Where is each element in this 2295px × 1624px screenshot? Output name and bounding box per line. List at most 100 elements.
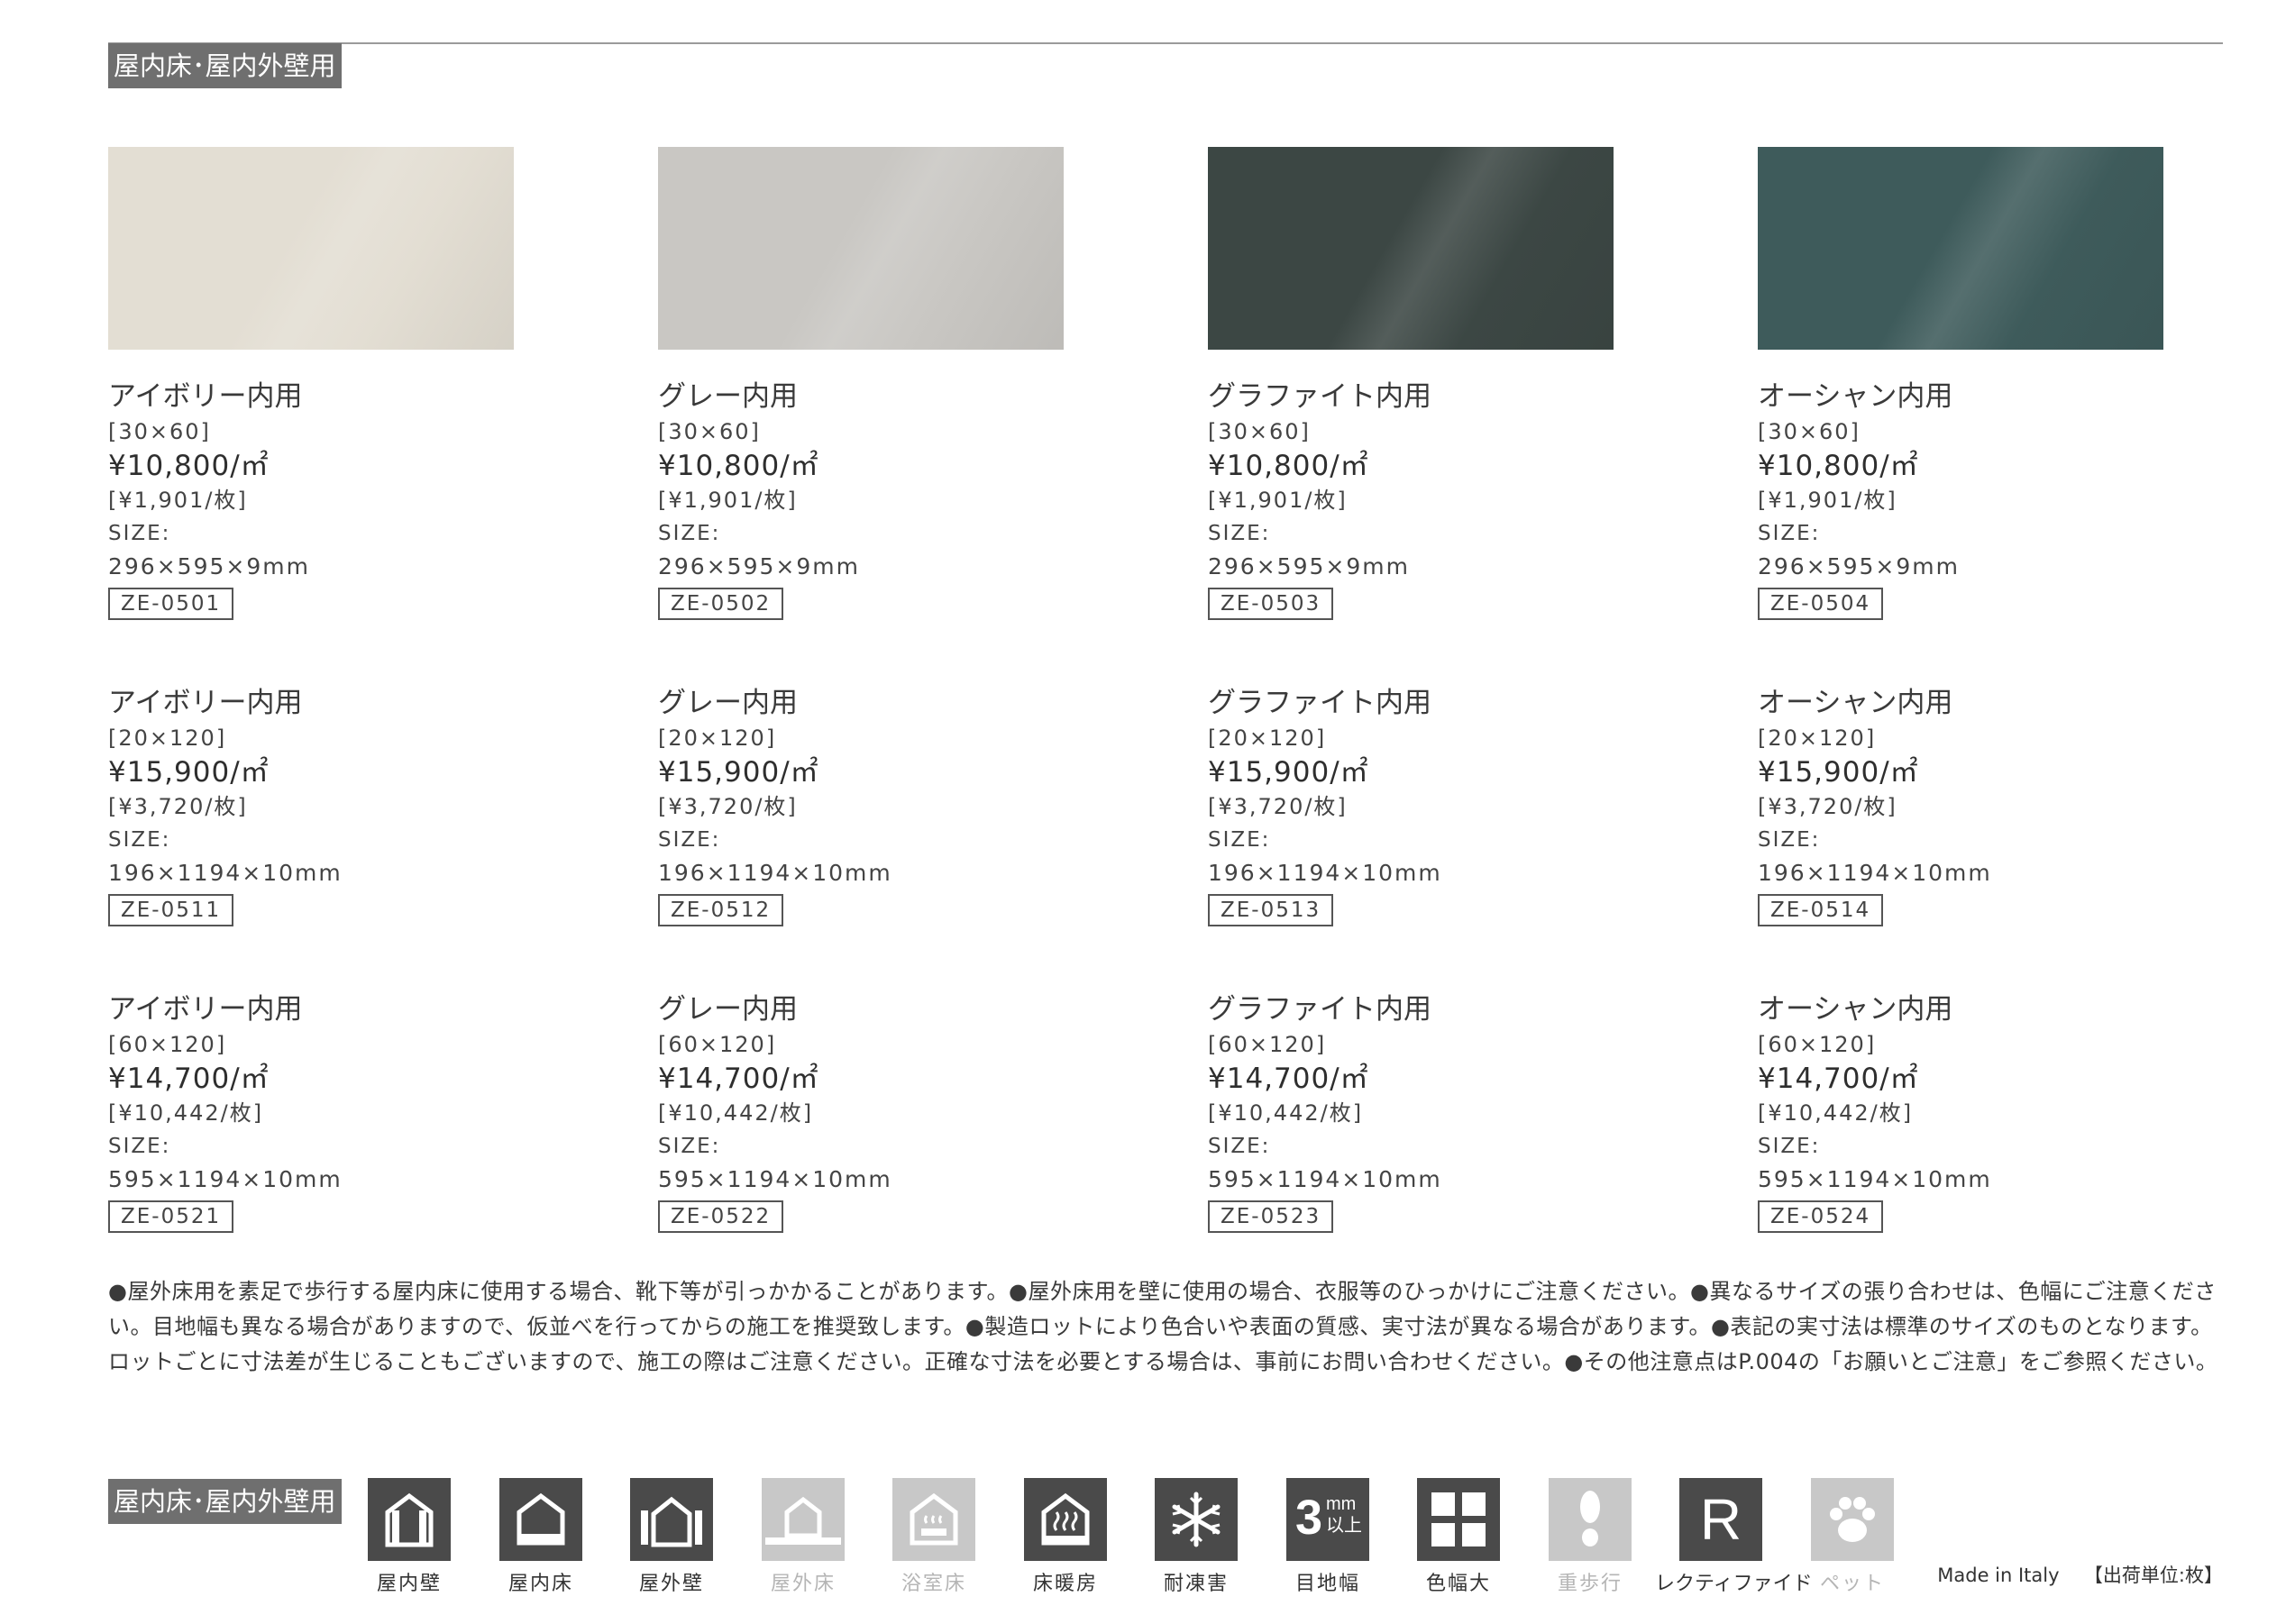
product-code: ZE-0504 xyxy=(1758,588,1884,620)
product-dimension: [30×60] xyxy=(1758,419,1861,444)
frost-resistant-icon xyxy=(1155,1478,1238,1561)
tile-swatch xyxy=(108,147,514,350)
size-label: SIZE: xyxy=(658,1135,721,1158)
usage-icon-label: 屋外床 xyxy=(770,1573,836,1595)
size-label: SIZE: xyxy=(1758,522,1821,545)
price-per-piece: [¥3,720/枚] xyxy=(658,794,798,819)
size-label: SIZE: xyxy=(658,828,721,852)
size-value: 296×595×9mm xyxy=(658,553,860,579)
usage-icon-label: 床暖房 xyxy=(1032,1573,1098,1595)
product-dimension: [20×120] xyxy=(658,725,777,751)
product-item: オーシャン内用 [60×120] ¥14,700/㎡ [¥10,442/枚] SIZE:… xyxy=(1758,991,2295,1233)
product-code: ZE-0502 xyxy=(658,588,784,620)
color-variation-icon xyxy=(1417,1478,1500,1561)
product-item: グレー内用 [60×120] ¥14,700/㎡ [¥10,442/枚] SIZE: 59… xyxy=(658,991,1199,1233)
usage-icon-label: 屋外壁 xyxy=(638,1573,704,1595)
product-item: アイボリー内用 [30×60] ¥10,800/㎡ [¥1,901/枚] SIZE: 29… xyxy=(108,379,649,620)
product-name: アイボリー内用 xyxy=(108,380,303,413)
product-price: ¥14,700/㎡ xyxy=(108,1063,270,1095)
product-code: ZE-0523 xyxy=(1208,1200,1334,1233)
joint-width-icon: 3 mm 以上 xyxy=(1286,1478,1369,1561)
size-value: 196×1194×10mm xyxy=(658,860,892,886)
product-grid: アイボリー内用 [30×60] ¥10,800/㎡ [¥1,901/枚] SIZE: 29… xyxy=(0,0,2295,1624)
joint-width-number: 3 xyxy=(1295,1491,1323,1545)
price-per-piece: [¥10,442/枚] xyxy=(108,1100,264,1126)
rectified-icon: R xyxy=(1679,1478,1762,1561)
product-price: ¥14,700/㎡ xyxy=(658,1063,819,1095)
outdoor-wall-icon xyxy=(630,1478,713,1561)
usage-icon-label: 耐凍害 xyxy=(1163,1573,1229,1595)
size-label: SIZE: xyxy=(108,1135,171,1158)
size-value: 196×1194×10mm xyxy=(1208,860,1442,886)
product-item: アイボリー内用 [60×120] ¥14,700/㎡ [¥10,442/枚] SIZE:… xyxy=(108,991,649,1233)
footer: Made in Italy 【出荷単位:枚】 xyxy=(1937,1561,2223,1588)
size-label: SIZE: xyxy=(108,828,171,852)
product-code: ZE-0501 xyxy=(108,588,234,620)
joint-width-sub: 以上 xyxy=(1326,1516,1362,1536)
product-price: ¥10,800/㎡ xyxy=(108,450,270,482)
product-dimension: [60×120] xyxy=(108,1032,227,1057)
tile-swatch xyxy=(658,147,1064,350)
product-item: オーシャン内用 [20×120] ¥15,900/㎡ [¥3,720/枚] SIZE: 1… xyxy=(1758,685,2295,926)
product-item: オーシャン内用 [30×60] ¥10,800/㎡ [¥1,901/枚] SIZE: 29… xyxy=(1758,379,2295,620)
usage-icon-label: レクティファイド xyxy=(1655,1573,1813,1595)
price-per-piece: [¥3,720/枚] xyxy=(1758,794,1897,819)
tile-swatch xyxy=(1758,147,2163,350)
heavy-walking-icon xyxy=(1549,1478,1632,1561)
product-item: グラファイト内用 [60×120] ¥14,700/㎡ [¥10,442/枚] SIZE… xyxy=(1208,991,1749,1233)
product-name: グレー内用 xyxy=(658,687,798,719)
product-dimension: [30×60] xyxy=(658,419,761,444)
price-per-piece: [¥10,442/枚] xyxy=(1758,1100,1914,1126)
product-name: グラファイト内用 xyxy=(1208,380,1431,413)
notes-paragraph: ●屋外床用を素足で歩行する屋内床に使用する場合、靴下等が引っかかることがあります… xyxy=(108,1279,2218,1374)
product-code: ZE-0524 xyxy=(1758,1200,1884,1233)
product-price: ¥10,800/㎡ xyxy=(658,450,819,482)
product-code: ZE-0521 xyxy=(108,1200,234,1233)
size-label: SIZE: xyxy=(1208,1135,1271,1158)
product-item: グレー内用 [30×60] ¥10,800/㎡ [¥1,901/枚] SIZE: 296×… xyxy=(658,379,1199,620)
product-name: グラファイト内用 xyxy=(1208,993,1431,1026)
product-code: ZE-0503 xyxy=(1208,588,1334,620)
outdoor-floor-icon xyxy=(762,1478,845,1561)
product-code: ZE-0513 xyxy=(1208,894,1334,926)
indoor-wall-icon xyxy=(368,1478,451,1561)
usage-icon-label: 浴室床 xyxy=(901,1573,966,1595)
size-label: SIZE: xyxy=(1758,1135,1821,1158)
product-code: ZE-0514 xyxy=(1758,894,1884,926)
price-per-piece: [¥10,442/枚] xyxy=(1208,1100,1364,1126)
size-label: SIZE: xyxy=(108,522,171,545)
usage-icon-label: ペット xyxy=(1819,1573,1885,1595)
product-item: グラファイト内用 [20×120] ¥15,900/㎡ [¥3,720/枚] SIZE:… xyxy=(1208,685,1749,926)
product-name: グラファイト内用 xyxy=(1208,687,1431,719)
product-name: アイボリー内用 xyxy=(108,993,303,1026)
size-value: 296×595×9mm xyxy=(108,553,310,579)
size-label: SIZE: xyxy=(658,522,721,545)
price-per-piece: [¥1,901/枚] xyxy=(658,488,798,513)
price-per-piece: [¥3,720/枚] xyxy=(1208,794,1348,819)
price-per-piece: [¥10,442/枚] xyxy=(658,1100,814,1126)
price-per-piece: [¥1,901/枚] xyxy=(108,488,248,513)
tile-swatch xyxy=(1208,147,1614,350)
product-dimension: [60×120] xyxy=(1208,1032,1327,1057)
product-dimension: [20×120] xyxy=(1758,725,1877,751)
size-label: SIZE: xyxy=(1208,522,1271,545)
size-value: 296×595×9mm xyxy=(1758,553,1960,579)
product-code: ZE-0511 xyxy=(108,894,234,926)
usage-icon-label: 重歩行 xyxy=(1557,1573,1623,1595)
size-value: 595×1194×10mm xyxy=(1758,1166,1992,1192)
product-dimension: [60×120] xyxy=(658,1032,777,1057)
size-value: 595×1194×10mm xyxy=(1208,1166,1442,1192)
product-dimension: [30×60] xyxy=(108,419,211,444)
usage-tag: 屋内床･屋内外壁用 xyxy=(108,1479,342,1524)
product-price: ¥14,700/㎡ xyxy=(1758,1063,1919,1095)
product-item: グラファイト内用 [30×60] ¥10,800/㎡ [¥1,901/枚] SIZE: 2… xyxy=(1208,379,1749,620)
bathroom-floor-icon xyxy=(892,1478,975,1561)
product-dimension: [20×120] xyxy=(108,725,227,751)
product-price: ¥10,800/㎡ xyxy=(1208,450,1369,482)
size-value: 296×595×9mm xyxy=(1208,553,1410,579)
size-value: 595×1194×10mm xyxy=(108,1166,343,1192)
product-dimension: [20×120] xyxy=(1208,725,1327,751)
product-dimension: [30×60] xyxy=(1208,419,1311,444)
rectified-letter: R xyxy=(1699,1487,1742,1552)
usage-icon-label: 屋内床 xyxy=(507,1573,573,1595)
